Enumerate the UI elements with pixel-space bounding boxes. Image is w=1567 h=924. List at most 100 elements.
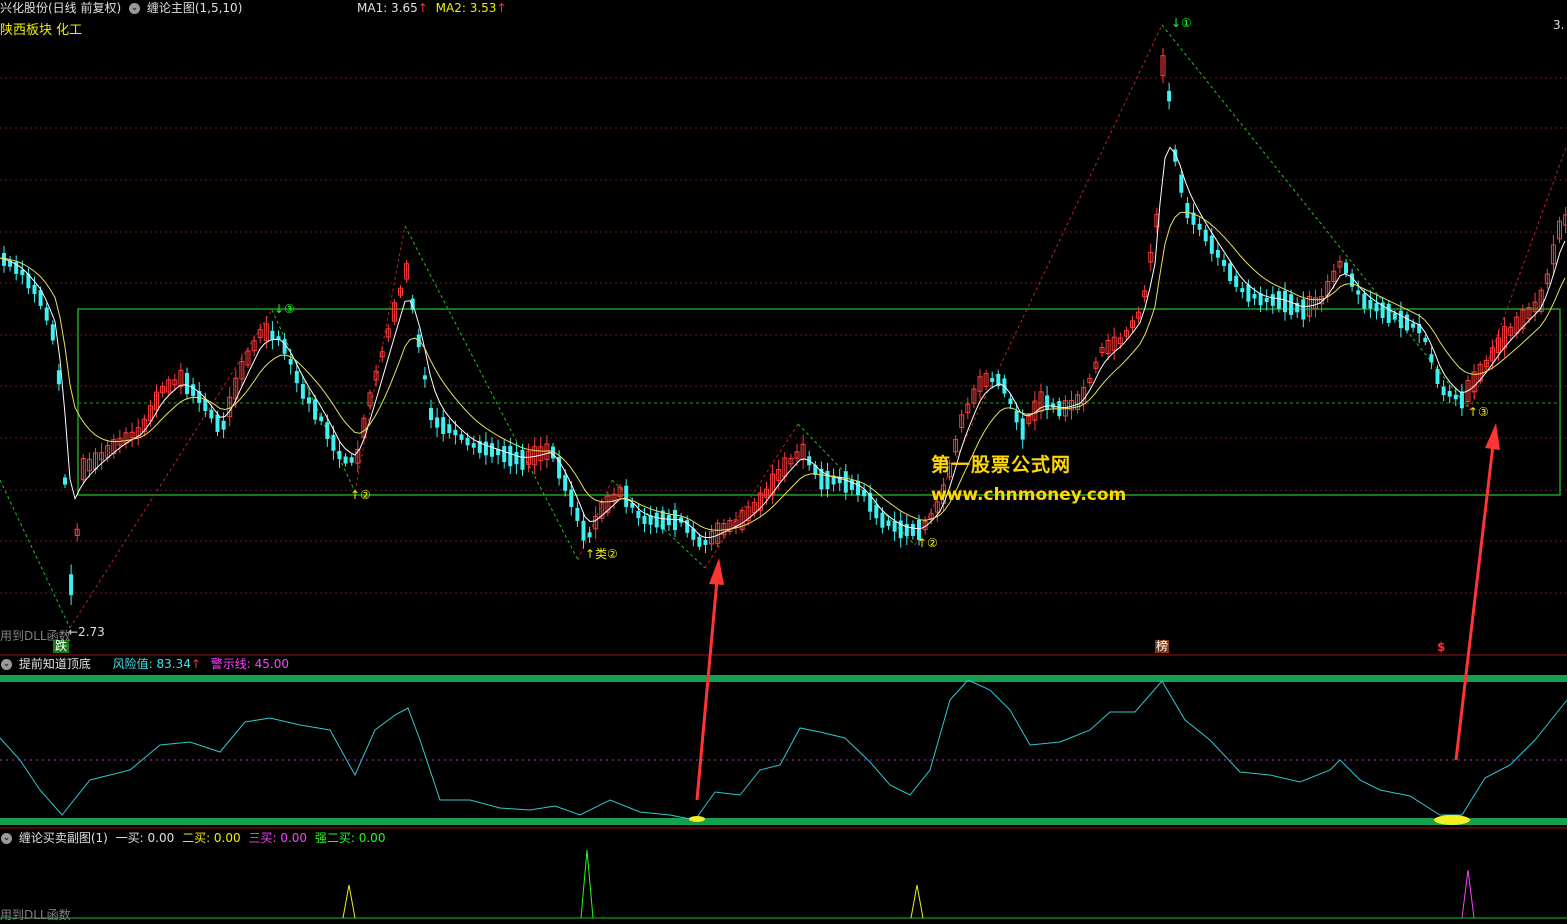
- candlestick: [837, 468, 842, 492]
- top-peak-marker: ↓①: [1171, 16, 1192, 30]
- candlestick: [1337, 255, 1343, 274]
- candlestick: [63, 474, 67, 488]
- candlestick: [447, 418, 452, 439]
- candlestick: [1099, 342, 1105, 358]
- ma-values: MA1: 3.65↑ MA2: 3.53↑: [357, 0, 507, 16]
- ma2-label: MA2: 3.53: [435, 1, 497, 15]
- candlestick: [1417, 313, 1422, 344]
- candlestick: [441, 409, 446, 442]
- candlestick: [1240, 281, 1245, 299]
- candlestick: [422, 367, 427, 388]
- candlestick: [404, 260, 410, 283]
- candlestick: [1203, 225, 1208, 246]
- candlestick: [1276, 287, 1281, 313]
- right-low-marker: ↑③: [1468, 405, 1489, 419]
- strong-buy2-label: 强二买: 0.00: [314, 831, 386, 845]
- candlestick: [44, 302, 49, 326]
- candlestick: [1111, 327, 1117, 361]
- candlestick: [1234, 270, 1239, 292]
- buy1-label: 一买: 0.00: [115, 831, 175, 845]
- candlestick: [1167, 82, 1172, 110]
- low-price-label: ←2.73: [68, 625, 105, 639]
- candlestick: [898, 511, 903, 548]
- candlestick: [69, 564, 74, 605]
- bottom-panel-title[interactable]: 缠论买卖副图(1): [19, 831, 108, 845]
- candlestick: [1508, 323, 1514, 340]
- candlestick: [1313, 289, 1318, 318]
- candlestick: [1386, 300, 1391, 327]
- candlestick: [435, 407, 440, 438]
- candlestick: [307, 388, 311, 413]
- candlestick: [569, 481, 574, 516]
- candlestick: [483, 432, 488, 465]
- dll-note-bottom: 用到DLL函数: [0, 908, 71, 922]
- candlestick: [178, 363, 184, 395]
- candlestick: [1069, 390, 1074, 420]
- risk-label: 风险值: 83.34: [112, 657, 191, 671]
- candlestick: [1191, 203, 1196, 234]
- candlestick: [849, 474, 854, 496]
- candlestick: [770, 464, 776, 504]
- indicator-name[interactable]: 缠论主图(1,5,10): [147, 1, 243, 15]
- candlestick: [800, 434, 806, 469]
- mid-low-marker: ↑类②: [585, 547, 618, 561]
- candlestick: [1215, 241, 1220, 266]
- candlestick: [1368, 290, 1373, 319]
- candlestick: [910, 520, 915, 540]
- mark-s: $: [1437, 640, 1446, 654]
- candlestick: [337, 442, 342, 468]
- up-arrow-icon: ↑: [190, 657, 201, 671]
- candlestick: [1289, 289, 1294, 320]
- dropdown-toggle-icon[interactable]: ⌄: [1, 659, 12, 670]
- candlestick: [1563, 206, 1567, 234]
- candlestick: [593, 506, 599, 539]
- candlestick: [1264, 289, 1269, 311]
- candlesticks: [2, 47, 1567, 605]
- candlestick: [191, 377, 196, 403]
- right-price-label: 3.: [1553, 18, 1565, 32]
- zigzag-lines: [0, 24, 1567, 629]
- upper-band: [0, 675, 1567, 682]
- candlestick: [1325, 274, 1331, 303]
- candlestick: [490, 437, 494, 463]
- main-panel-header: 兴化股份(日线 前复权) ⌄ 缠论主图(1,5,10): [0, 0, 242, 16]
- candlestick: [1374, 295, 1379, 320]
- candlestick: [129, 422, 135, 448]
- buy-sell-signals: [0, 849, 1567, 919]
- dropdown-toggle-icon[interactable]: ⌄: [1, 833, 12, 844]
- candlestick: [691, 521, 696, 547]
- candlestick: [398, 285, 403, 299]
- stock-title[interactable]: 兴化股份(日线 前复权): [0, 1, 121, 15]
- mid-panel-title[interactable]: 提前知道顶底: [19, 657, 91, 671]
- candlestick: [123, 427, 129, 449]
- left-peak-marker: ↓③: [274, 302, 295, 316]
- candlestick: [185, 367, 189, 400]
- candlestick: [965, 397, 971, 420]
- candlestick: [1087, 373, 1093, 388]
- candlestick: [886, 516, 891, 531]
- candlestick: [587, 526, 592, 543]
- candlestick: [502, 439, 507, 469]
- candlestick: [538, 436, 544, 471]
- candlestick: [80, 454, 86, 485]
- candlestick: [544, 435, 550, 469]
- lower-band: [0, 818, 1567, 825]
- candlestick: [1283, 282, 1287, 321]
- candlestick: [74, 523, 80, 542]
- candlestick: [1441, 380, 1446, 402]
- candlestick: [385, 323, 391, 343]
- candlestick: [349, 454, 354, 466]
- candlestick: [563, 469, 568, 497]
- candlestick: [141, 414, 147, 437]
- left-low-marker: ↑②: [350, 488, 371, 502]
- candlestick: [270, 321, 275, 350]
- dropdown-toggle-icon[interactable]: ⌄: [129, 3, 141, 14]
- candlestick: [825, 462, 830, 498]
- candlestick: [715, 519, 721, 548]
- candlestick: [1447, 384, 1452, 404]
- risk-line: [0, 679, 1567, 825]
- sector-label: 陕西板块 化工: [0, 23, 83, 38]
- chart-canvas[interactable]: [0, 0, 1567, 924]
- candlestick: [788, 453, 794, 469]
- candlestick: [959, 409, 965, 433]
